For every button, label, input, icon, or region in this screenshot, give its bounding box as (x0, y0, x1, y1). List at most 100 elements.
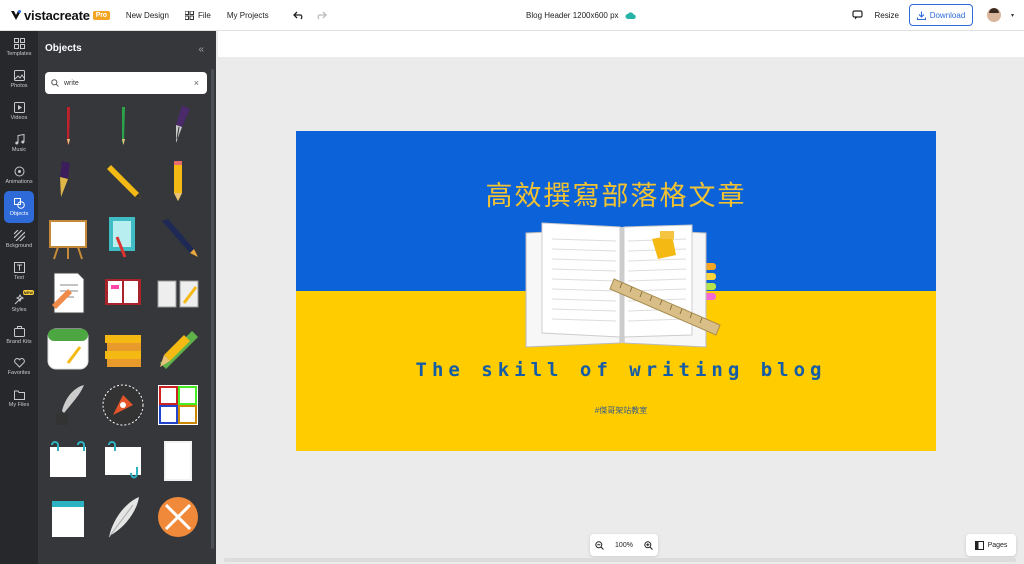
rail-item-videos[interactable]: Videos (0, 95, 38, 127)
rail-item-objects[interactable]: Objects (4, 191, 34, 223)
rail-label: Text (13, 274, 25, 281)
object-open-notebook[interactable] (99, 269, 147, 317)
pages-label: Pages (987, 541, 1008, 549)
zoom-out-icon[interactable] (595, 540, 605, 550)
object-notebook-pen[interactable] (99, 213, 147, 261)
object-document-pencil[interactable] (44, 269, 92, 317)
object-blank-paper[interactable] (154, 437, 202, 485)
object-crossed-pencils[interactable] (154, 493, 202, 541)
rail-item-animations[interactable]: Animations (0, 159, 38, 191)
rail-label: Music (11, 146, 27, 153)
canvas-workspace[interactable]: 高效撰寫部落格文章 The skill of writing blog #傑哥架… (218, 31, 1024, 564)
text-icon (13, 261, 25, 273)
pages-icon (974, 540, 984, 550)
resize-button[interactable]: Resize (875, 11, 899, 20)
pro-badge: Pro (92, 10, 110, 20)
grid-icon (184, 10, 194, 20)
search-value: write (64, 79, 79, 87)
rail-label: Animations (5, 178, 33, 185)
download-button[interactable]: Download (908, 4, 973, 26)
pages-button[interactable]: Pages (966, 534, 1016, 556)
undo-icon[interactable] (292, 11, 305, 20)
zoom-control: 100% (590, 534, 658, 556)
left-rail: Templates Photos Videos Music Animations… (0, 31, 38, 564)
rail-item-favorites[interactable]: Favorites (0, 351, 38, 383)
my-projects-button[interactable]: My Projects (227, 11, 269, 20)
object-fountain-pen[interactable] (154, 101, 202, 149)
logo-text: vistacreate (24, 7, 90, 23)
object-book-stack[interactable] (99, 325, 147, 373)
zoom-in-icon[interactable] (643, 540, 653, 550)
logo[interactable]: vistacreate Pro (10, 8, 110, 23)
rail-item-music[interactable]: Music (0, 127, 38, 159)
objects-icon (13, 197, 25, 209)
object-brush-pen[interactable] (154, 213, 202, 261)
open-book-ruler-illustration[interactable] (522, 219, 722, 349)
horizontal-scrollbar[interactable] (224, 558, 1016, 562)
clear-search-icon[interactable]: × (194, 78, 199, 88)
rail-item-styles[interactable]: Styles NEW (0, 287, 38, 319)
object-yellow-pencil-diagonal[interactable] (99, 157, 147, 205)
rail-item-text[interactable]: Text (0, 255, 38, 287)
canvas-hashtag[interactable]: #傑哥架站教室 (296, 405, 936, 416)
canvas-subtitle-english[interactable]: The skill of writing blog (296, 359, 936, 381)
objects-panel: Objects « write × (38, 31, 216, 564)
zoom-level[interactable]: 100% (615, 542, 633, 549)
canvas-title-chinese[interactable]: 高效撰寫部落格文章 (296, 174, 936, 213)
rail-item-brand-kits[interactable]: Brand Kits (0, 319, 38, 351)
videos-icon (13, 101, 25, 113)
animations-icon (14, 166, 24, 176)
object-green-pencil[interactable] (99, 101, 147, 149)
object-fountain-pen-2[interactable] (44, 157, 92, 205)
object-pencil-ruler[interactable] (154, 325, 202, 373)
new-design-label: New Design (125, 10, 169, 20)
rail-item-photos[interactable]: Photos (0, 63, 38, 95)
object-easel[interactable] (44, 213, 92, 261)
object-color-window[interactable] (154, 381, 202, 429)
download-icon (916, 11, 926, 20)
cloud-saved-icon (625, 11, 636, 19)
feedback-icon[interactable] (851, 10, 863, 20)
redo-icon[interactable] (315, 11, 327, 20)
folder-icon (13, 390, 25, 400)
object-paper-clips[interactable] (44, 437, 92, 485)
photos-icon (13, 69, 25, 81)
document-title[interactable]: Blog Header 1200x600 px (526, 11, 636, 20)
panel-scrollbar[interactable] (211, 69, 214, 549)
object-paper-clips-2[interactable] (99, 437, 147, 485)
templates-icon (13, 37, 25, 49)
object-binder-clip[interactable] (44, 493, 92, 541)
chevron-down-icon[interactable]: ▾ (1011, 12, 1014, 19)
collapse-panel-icon[interactable]: « (198, 44, 204, 55)
rail-item-background[interactable]: Bckground (0, 223, 38, 255)
object-red-pencil[interactable] (44, 101, 92, 149)
object-book-pen[interactable] (154, 269, 202, 317)
file-menu-button[interactable]: File (184, 10, 211, 20)
heart-icon (13, 358, 25, 368)
rail-item-templates[interactable]: Templates (0, 31, 38, 63)
objects-grid (44, 101, 208, 541)
music-icon (14, 133, 24, 144)
rail-label: Templates (6, 50, 32, 57)
rail-label: My Files (8, 402, 30, 408)
brand-kits-icon (13, 325, 25, 337)
new-design-button[interactable]: New Design (126, 11, 169, 20)
styles-icon (14, 293, 24, 304)
rail-item-my-files[interactable]: My Files (0, 383, 38, 415)
design-canvas[interactable]: 高效撰寫部落格文章 The skill of writing blog #傑哥架… (296, 131, 936, 451)
rail-label: Favorites (7, 370, 31, 376)
my-projects-label: My Projects (226, 10, 269, 20)
panel-title: Objects (45, 43, 82, 54)
rail-label: Objects (9, 210, 29, 217)
object-yellow-pencil[interactable] (154, 157, 202, 205)
new-badge: NEW (22, 290, 34, 295)
rail-label: Styles (11, 306, 27, 313)
workspace-toolbar (218, 31, 1024, 57)
object-notepad-app[interactable] (44, 325, 92, 373)
object-feather[interactable] (99, 493, 147, 541)
object-pen-nib-badge[interactable] (99, 381, 147, 429)
rail-label: Photos (10, 82, 28, 89)
search-input[interactable]: write × (45, 72, 207, 94)
object-quill-inkwell[interactable] (44, 381, 92, 429)
avatar[interactable] (986, 8, 1001, 22)
